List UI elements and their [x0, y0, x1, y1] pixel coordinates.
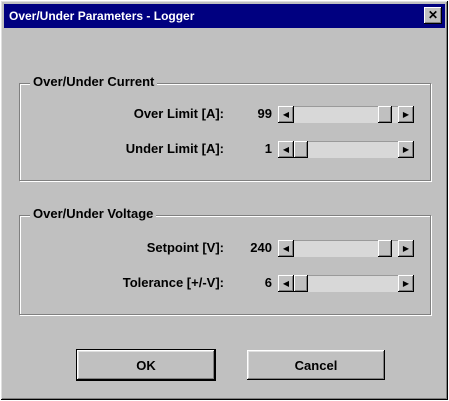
title-bar[interactable]: Over/Under Parameters - Logger ✕	[4, 4, 445, 28]
ok-button[interactable]: OK	[76, 349, 216, 381]
scroll-left-icon[interactable]: ◀	[278, 240, 294, 257]
current-group: Over/Under Current Over Limit [A]: 99 ◀ …	[19, 74, 431, 181]
scroll-left-icon[interactable]: ◀	[278, 106, 294, 123]
tolerance-value: 6	[264, 275, 272, 290]
over-limit-value: 99	[257, 106, 272, 121]
scroll-right-icon[interactable]: ▶	[398, 106, 414, 123]
current-group-title: Over/Under Current	[30, 74, 158, 89]
setpoint-row: Setpoint [V]: 240 ◀ ▶	[20, 238, 430, 258]
scroll-right-icon[interactable]: ▶	[398, 141, 414, 158]
over-limit-slider[interactable]: ◀ ▶	[278, 106, 414, 123]
tolerance-slider[interactable]: ◀ ▶	[278, 275, 414, 292]
slider-thumb[interactable]	[294, 275, 308, 292]
tolerance-label: Tolerance [+/-V]:	[122, 275, 224, 290]
window-title: Over/Under Parameters - Logger	[9, 9, 195, 23]
over-limit-label: Over Limit [A]:	[133, 106, 224, 121]
tolerance-row: Tolerance [+/-V]: 6 ◀ ▶	[20, 273, 430, 293]
setpoint-slider[interactable]: ◀ ▶	[278, 240, 414, 257]
close-icon[interactable]: ✕	[424, 7, 442, 24]
scroll-left-icon[interactable]: ◀	[278, 141, 294, 158]
slider-thumb[interactable]	[294, 141, 308, 158]
cancel-button[interactable]: Cancel	[247, 350, 385, 380]
scroll-right-icon[interactable]: ▶	[398, 275, 414, 292]
voltage-group: Over/Under Voltage Setpoint [V]: 240 ◀ ▶…	[19, 206, 431, 315]
setpoint-value: 240	[250, 240, 272, 255]
setpoint-label: Setpoint [V]:	[146, 240, 224, 255]
slider-thumb[interactable]	[378, 106, 392, 123]
scroll-right-icon[interactable]: ▶	[398, 240, 414, 257]
slider-thumb[interactable]	[378, 240, 392, 257]
under-limit-row: Under Limit [A]: 1 ◀ ▶	[20, 139, 430, 159]
over-limit-row: Over Limit [A]: 99 ◀ ▶	[20, 104, 430, 124]
voltage-group-title: Over/Under Voltage	[30, 206, 157, 221]
scroll-left-icon[interactable]: ◀	[278, 275, 294, 292]
under-limit-slider[interactable]: ◀ ▶	[278, 141, 414, 158]
under-limit-value: 1	[264, 141, 272, 156]
dialog-window: Over/Under Parameters - Logger ✕ Over/Un…	[0, 0, 449, 401]
under-limit-label: Under Limit [A]:	[125, 141, 224, 156]
